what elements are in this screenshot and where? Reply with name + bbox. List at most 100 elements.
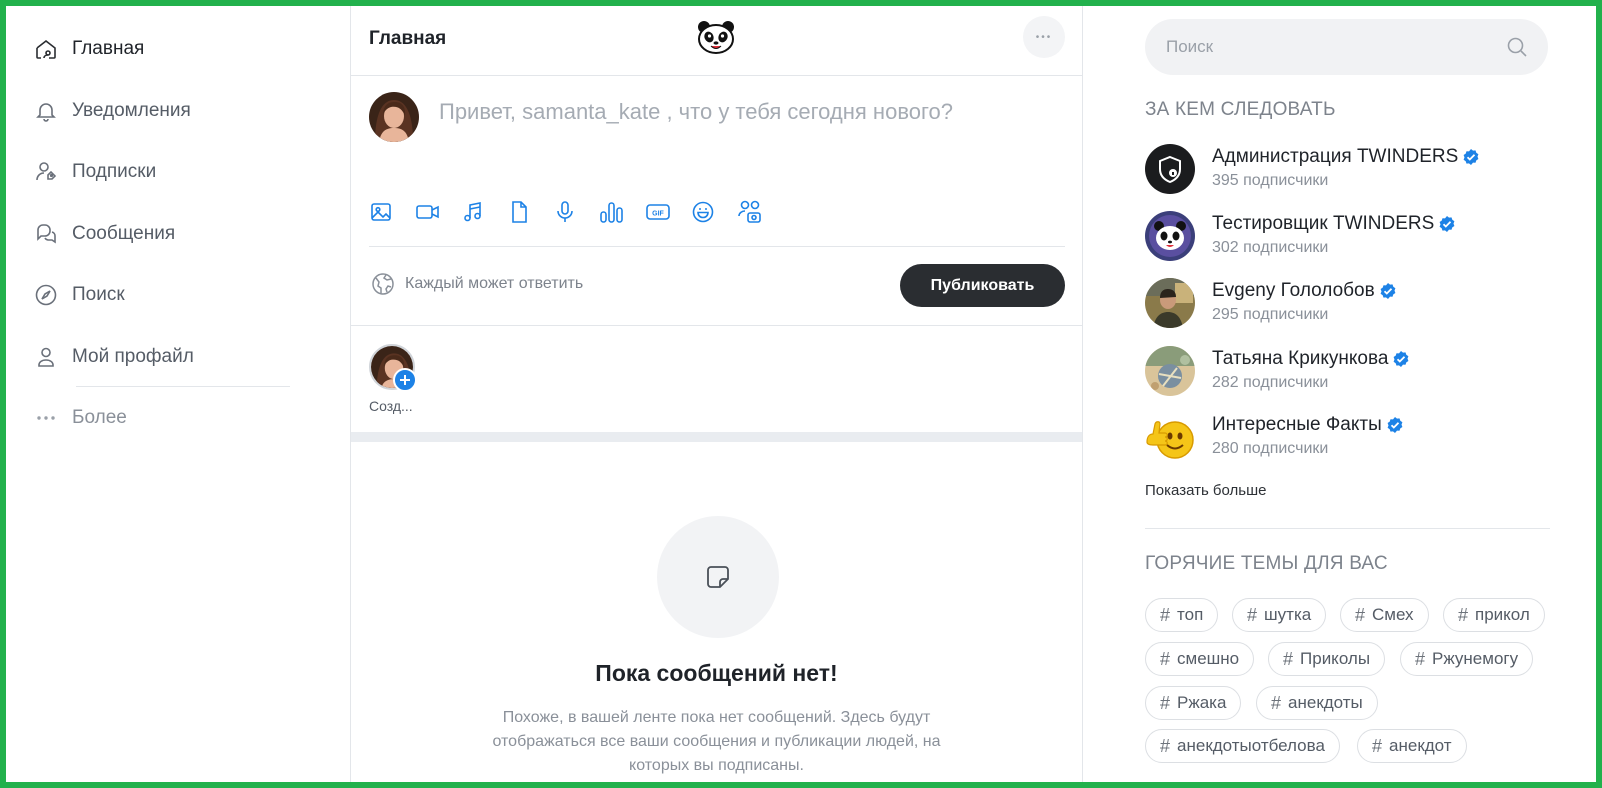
sidebar-item-label: Сообщения	[72, 223, 176, 244]
topics-section-title: ГОРЯЧИЕ ТЕМЫ ДЛЯ ВАС	[1145, 553, 1388, 574]
composer-avatar[interactable]	[369, 92, 419, 142]
sidebar-item-subscriptions[interactable]: Подписки	[34, 152, 156, 192]
panda-logo-icon[interactable]	[697, 20, 735, 54]
topic-tag-label: анекдоты	[1288, 693, 1363, 712]
composer-divider	[369, 246, 1065, 247]
sidebar-item-label: Более	[72, 407, 127, 428]
sidebar-item-messages[interactable]: Сообщения	[34, 214, 175, 254]
poll-icon[interactable]	[599, 196, 645, 228]
empty-state-text: Похоже, в вашей ленте пока нет сообщений…	[492, 709, 941, 774]
header-menu-button[interactable]: •••	[1023, 16, 1065, 58]
hashtag-icon: #	[1458, 604, 1469, 625]
empty-state-title: Пока сообщений нет!	[595, 660, 838, 686]
follower-count: 295 подписчики	[1212, 306, 1329, 323]
composer-input[interactable]	[439, 96, 1059, 128]
microphone-icon[interactable]	[553, 196, 599, 228]
follow-suggestion[interactable]: Тестировщик TWINDERS 302 подписчики	[1145, 211, 1545, 263]
avatar	[1145, 346, 1195, 396]
follow-name-text: Тестировщик TWINDERS	[1212, 213, 1435, 234]
reply-setting-label: Каждый может ответить	[405, 275, 584, 292]
story-create-label: Созд...	[369, 398, 413, 414]
home-icon	[34, 37, 58, 61]
search-box	[1145, 19, 1548, 75]
svg-text:GIF: GIF	[652, 211, 664, 218]
hashtag-icon: #	[1247, 604, 1258, 625]
follow-suggestion[interactable]: Татьяна Крикункова 282 подписчики	[1145, 346, 1545, 398]
topic-tag[interactable]: # Приколы	[1268, 642, 1386, 676]
follow-suggestion[interactable]: Администрация TWINDERS 395 подписчики	[1145, 144, 1545, 196]
gif-icon[interactable]: GIF	[645, 196, 691, 228]
sidebar-item-profile[interactable]: Мой профайл	[34, 337, 194, 377]
hashtag-icon: #	[1160, 648, 1171, 669]
image-icon[interactable]	[369, 196, 415, 228]
follow-name-text: Администрация TWINDERS	[1212, 146, 1459, 167]
file-icon[interactable]	[507, 196, 553, 228]
avatar	[1145, 412, 1195, 462]
follow-name: Evgeny Гололобов	[1212, 280, 1397, 302]
avatar	[1145, 211, 1195, 261]
search-input[interactable]	[1164, 36, 1506, 58]
follow-name-text: Evgeny Гололобов	[1212, 280, 1375, 301]
hashtag-icon: #	[1160, 604, 1171, 625]
follow-name-text: Интересные Факты	[1212, 414, 1382, 435]
verified-icon	[1438, 215, 1456, 233]
publish-button[interactable]: Публиковать	[900, 264, 1065, 307]
verified-icon	[1462, 148, 1480, 166]
sidebar-item-notifications[interactable]: Уведомления	[34, 91, 191, 131]
composer-toolbar: GIF	[369, 196, 783, 228]
topic-tag[interactable]: # прикол	[1443, 598, 1545, 632]
verified-icon	[1379, 282, 1397, 300]
more-dots-icon: •••	[1035, 31, 1053, 43]
hashtag-icon: #	[1355, 604, 1366, 625]
topic-tag[interactable]: # топ	[1145, 598, 1219, 632]
topic-tag[interactable]: # Ржунемогу	[1400, 642, 1534, 676]
music-icon[interactable]	[461, 196, 507, 228]
topic-tag[interactable]: # анекдоты	[1256, 686, 1378, 720]
avatar	[1145, 144, 1195, 194]
sidebar-item-label: Главная	[72, 38, 145, 59]
messages-icon	[34, 222, 58, 246]
follower-count: 282 подписчики	[1212, 374, 1329, 391]
follow-name: Администрация TWINDERS	[1212, 146, 1480, 168]
sidebar-item-label: Подписки	[72, 161, 157, 182]
tag-people-icon[interactable]	[737, 196, 783, 228]
topic-tag[interactable]: # анекдотыотбелова	[1145, 729, 1340, 763]
follow-suggestion[interactable]: Evgeny Гололобов 295 подписчики	[1145, 278, 1545, 330]
feed-header: Главная •••	[351, 0, 1082, 76]
video-icon[interactable]	[415, 196, 461, 228]
hashtag-icon: #	[1372, 735, 1383, 756]
plus-icon	[393, 368, 417, 392]
verified-icon	[1392, 350, 1410, 368]
topic-tag[interactable]: # Ржака	[1145, 686, 1242, 720]
topic-tag[interactable]: # анекдот	[1357, 729, 1467, 763]
reply-setting[interactable]: Каждый может ответить	[371, 272, 583, 296]
topic-tag[interactable]: # шутка	[1232, 598, 1327, 632]
subscriptions-icon	[34, 160, 58, 184]
sidebar-item-home[interactable]: Главная	[34, 29, 144, 69]
follower-count: 280 подписчики	[1212, 440, 1329, 457]
hashtag-icon: #	[1415, 648, 1426, 669]
topic-tag-label: Ржунемогу	[1432, 649, 1519, 668]
emoji-icon[interactable]	[691, 196, 737, 228]
topic-tag[interactable]: # Смех	[1340, 598, 1429, 632]
topic-tag-label: Смех	[1372, 605, 1414, 624]
sidebar-item-search[interactable]: Поиск	[34, 275, 125, 315]
sidebar-item-more[interactable]: Более	[34, 398, 127, 438]
create-story[interactable]: Созд...	[369, 344, 429, 414]
hashtag-icon: #	[1283, 648, 1294, 669]
nav-divider	[76, 386, 290, 387]
topic-tag-label: топ	[1177, 605, 1204, 624]
search-icon[interactable]	[1506, 36, 1528, 58]
topic-tag[interactable]: # смешно	[1145, 642, 1255, 676]
topic-tag-label: Ржака	[1177, 693, 1227, 712]
note-icon	[703, 562, 733, 592]
follow-section-title: ЗА КЕМ СЛЕДОВАТЬ	[1145, 99, 1336, 120]
show-more-link[interactable]: Показать больше	[1145, 482, 1266, 499]
hashtag-icon: #	[1271, 692, 1282, 713]
sidebar-item-label: Уведомления	[72, 100, 191, 121]
verified-icon	[1386, 416, 1404, 434]
avatar	[1145, 278, 1195, 328]
follower-count: 302 подписчики	[1212, 239, 1329, 256]
follow-suggestion[interactable]: Интересные Факты 280 подписчики	[1145, 412, 1545, 464]
follow-name-text: Татьяна Крикункова	[1212, 348, 1389, 369]
